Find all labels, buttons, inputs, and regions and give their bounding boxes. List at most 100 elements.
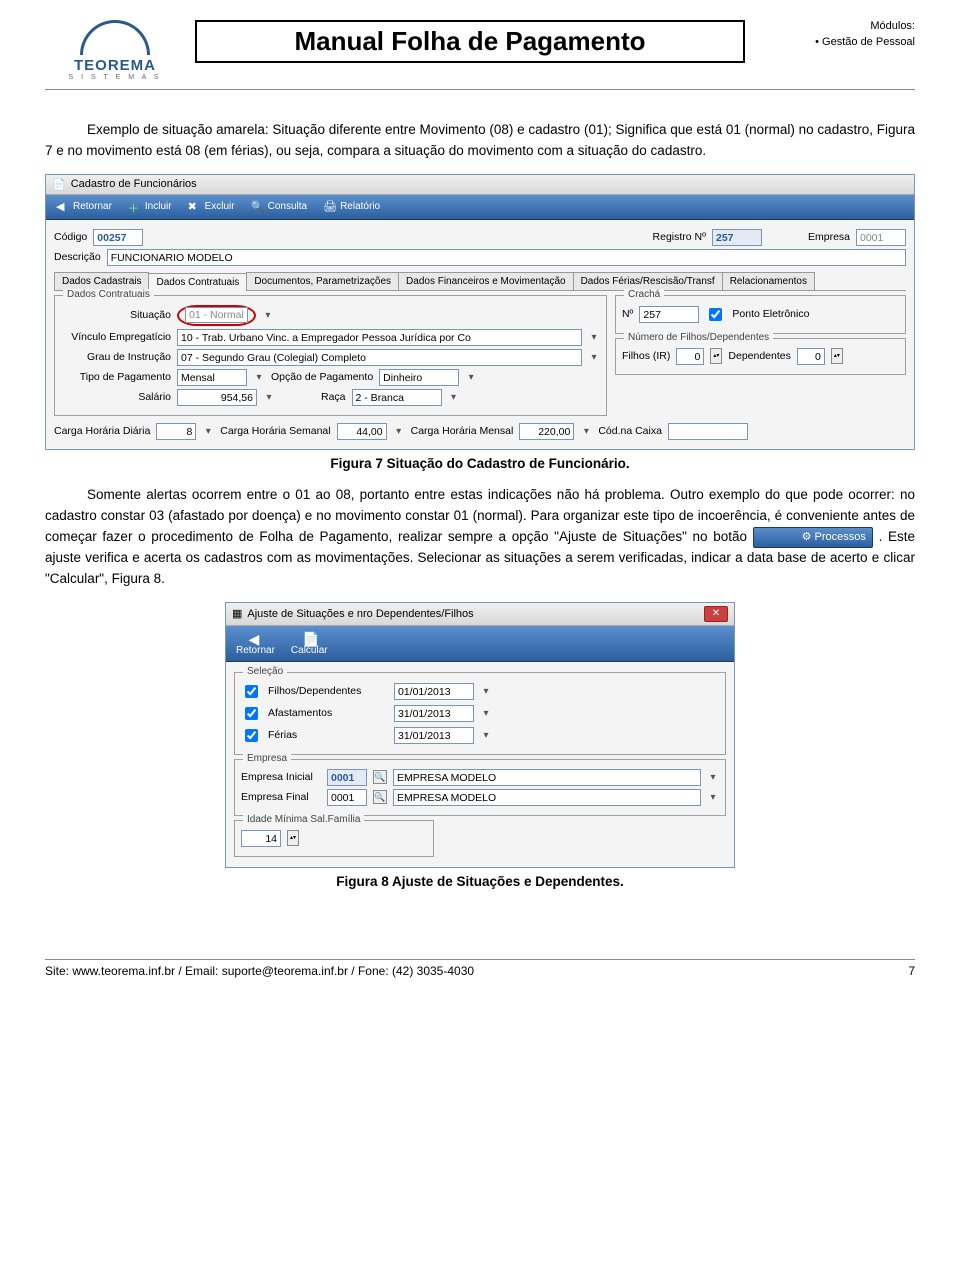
afast-date-field[interactable]: 31/01/2013 xyxy=(394,705,474,722)
filhos-checkbox[interactable] xyxy=(245,685,258,698)
descricao-label: Descrição xyxy=(54,251,101,263)
emp-ini-code-field[interactable]: 0001 xyxy=(327,769,367,786)
chevron-down-icon[interactable]: ▾ xyxy=(588,352,600,363)
tab-financeiros[interactable]: Dados Financeiros e Movimentação xyxy=(398,272,574,290)
filhosir-label: Filhos (IR) xyxy=(622,350,670,362)
situacao-field[interactable]: 01 - Normal xyxy=(185,307,248,323)
chevron-down-icon[interactable]: ▾ xyxy=(262,310,274,321)
tab-documentos[interactable]: Documentos, Parametrizações xyxy=(246,272,399,290)
ponto-label: Ponto Eletrônico xyxy=(732,308,809,320)
consulta-button[interactable]: 🔍Consulta xyxy=(245,198,313,216)
fig8-toolbar: ◀ Retornar 📄 Calcular xyxy=(226,626,734,662)
salario-field[interactable]: 954,56 xyxy=(177,389,257,406)
delete-icon: ✖ xyxy=(188,200,202,214)
chevron-down-icon[interactable]: ▾ xyxy=(580,426,592,437)
retornar-button[interactable]: ◀ Retornar xyxy=(230,629,281,658)
empresa-field[interactable]: 0001 xyxy=(856,229,906,246)
raca-field[interactable]: 2 - Branca xyxy=(352,389,442,406)
spinner-icon[interactable]: ▴▾ xyxy=(287,830,299,846)
codcaixa-field[interactable] xyxy=(668,423,748,440)
calcular-button[interactable]: 📄 Calcular xyxy=(285,629,334,658)
chs-field[interactable]: 44,00 xyxy=(337,423,387,440)
descricao-field[interactable]: FUNCIONARIO MODELO xyxy=(107,249,906,266)
lookup-icon[interactable]: 🔍 xyxy=(373,790,387,804)
fig7-window-title: Cadastro de Funcionários xyxy=(71,178,197,190)
chevron-down-icon[interactable]: ▾ xyxy=(393,426,405,437)
afast-checkbox[interactable] xyxy=(245,707,258,720)
grau-field[interactable]: 07 - Segundo Grau (Colegial) Completo xyxy=(177,349,582,366)
fig8-window-title: Ajuste de Situações e nro Dependentes/Fi… xyxy=(247,608,473,620)
chevron-down-icon[interactable]: ▾ xyxy=(480,708,492,719)
back-icon: ◀ xyxy=(56,200,70,214)
chevron-down-icon[interactable]: ▾ xyxy=(465,372,477,383)
cracha-no-label: Nº xyxy=(622,308,633,320)
group-selecao-legend: Seleção xyxy=(243,666,287,677)
ferias-label: Férias xyxy=(268,729,388,741)
filhos-date-field[interactable]: 01/01/2013 xyxy=(394,683,474,700)
ferias-date-field[interactable]: 31/01/2013 xyxy=(394,727,474,744)
tab-ferias[interactable]: Dados Férias/Rescisão/Transf xyxy=(573,272,723,290)
opcaopag-label: Opção de Pagamento xyxy=(271,371,373,383)
idade-field[interactable]: 14 xyxy=(241,830,281,847)
figure-7-caption: Figura 7 Situação do Cadastro de Funcion… xyxy=(45,456,915,471)
emp-fin-code-field[interactable]: 0001 xyxy=(327,789,367,806)
tipopag-field[interactable]: Mensal xyxy=(177,369,247,386)
tab-dados-contratuais[interactable]: Dados Contratuais xyxy=(148,273,247,291)
logo: TEOREMA S I S T E M A S xyxy=(45,20,185,81)
opcaopag-field[interactable]: Dinheiro xyxy=(379,369,459,386)
chs-label: Carga Horária Semanal xyxy=(220,425,330,437)
group-filhos-legend: Número de Filhos/Dependentes xyxy=(624,332,773,343)
vinculo-label: Vínculo Empregatício xyxy=(61,331,171,343)
fig7-toolbar: ◀Retornar ＋Incluir ✖Excluir 🔍Consulta 🖨R… xyxy=(46,195,914,220)
emp-fin-name-field[interactable]: EMPRESA MODELO xyxy=(393,789,701,806)
group-idade-legend: Idade Mínima Sal.Família xyxy=(243,814,364,825)
registro-field[interactable]: 257 xyxy=(712,229,762,246)
chevron-down-icon[interactable]: ▾ xyxy=(448,392,460,403)
emp-fin-label: Empresa Final xyxy=(241,791,321,803)
module-item: Gestão de Pessoal xyxy=(757,36,915,48)
figure-8-screenshot: ▦ Ajuste de Situações e nro Dependentes/… xyxy=(225,602,735,868)
figure-8-caption: Figura 8 Ajuste de Situações e Dependent… xyxy=(45,874,915,889)
codigo-field[interactable]: 00257 xyxy=(93,229,143,246)
modules-label: Módulos: xyxy=(757,20,915,32)
lookup-icon[interactable]: 🔍 xyxy=(373,770,387,784)
incluir-button[interactable]: ＋Incluir xyxy=(122,198,178,216)
fig7-tabstrip: Dados Cadastrais Dados Contratuais Docum… xyxy=(54,272,906,291)
modules-box: Módulos: Gestão de Pessoal xyxy=(745,20,915,48)
chevron-down-icon[interactable]: ▾ xyxy=(253,372,265,383)
raca-label: Raça xyxy=(321,391,346,403)
retornar-button[interactable]: ◀Retornar xyxy=(50,198,118,216)
group-selecao: Seleção Filhos/Dependentes 01/01/2013 ▾ … xyxy=(234,672,726,755)
emp-ini-name-field[interactable]: EMPRESA MODELO xyxy=(393,769,701,786)
filhosir-field[interactable]: 0 xyxy=(676,348,704,365)
dependentes-field[interactable]: 0 xyxy=(797,348,825,365)
chm-field[interactable]: 220,00 xyxy=(519,423,574,440)
chevron-down-icon[interactable]: ▾ xyxy=(202,426,214,437)
ponto-checkbox[interactable] xyxy=(709,308,722,321)
chevron-down-icon[interactable]: ▾ xyxy=(263,392,275,403)
window-icon: ▦ xyxy=(232,607,242,620)
codigo-label: Código xyxy=(54,231,87,243)
logo-arc-icon xyxy=(80,20,150,55)
manual-title: Manual Folha de Pagamento xyxy=(195,20,745,63)
cracha-no-field[interactable]: 257 xyxy=(639,306,699,323)
gear-icon: ⚙ xyxy=(802,531,812,543)
fig8-window-title-bar: ▦ Ajuste de Situações e nro Dependentes/… xyxy=(226,603,734,626)
excluir-button[interactable]: ✖Excluir xyxy=(182,198,241,216)
chevron-down-icon[interactable]: ▾ xyxy=(480,730,492,741)
spinner-icon[interactable]: ▴▾ xyxy=(831,348,843,364)
vinculo-field[interactable]: 10 - Trab. Urbano Vinc. a Empregador Pes… xyxy=(177,329,582,346)
copy-icon: 📄 xyxy=(302,631,316,645)
chd-field[interactable]: 8 xyxy=(156,423,196,440)
relatorio-button[interactable]: 🖨Relatório xyxy=(317,198,386,216)
chevron-down-icon[interactable]: ▾ xyxy=(480,686,492,697)
chevron-down-icon[interactable]: ▾ xyxy=(707,792,719,803)
tab-dados-cadastrais[interactable]: Dados Cadastrais xyxy=(54,272,149,290)
close-button[interactable]: ✕ xyxy=(704,606,728,622)
tab-relacionamentos[interactable]: Relacionamentos xyxy=(722,272,815,290)
spinner-icon[interactable]: ▴▾ xyxy=(710,348,722,364)
chevron-down-icon[interactable]: ▾ xyxy=(707,772,719,783)
chevron-down-icon[interactable]: ▾ xyxy=(588,332,600,343)
processos-button[interactable]: ⚙Processos xyxy=(753,527,873,548)
ferias-checkbox[interactable] xyxy=(245,729,258,742)
